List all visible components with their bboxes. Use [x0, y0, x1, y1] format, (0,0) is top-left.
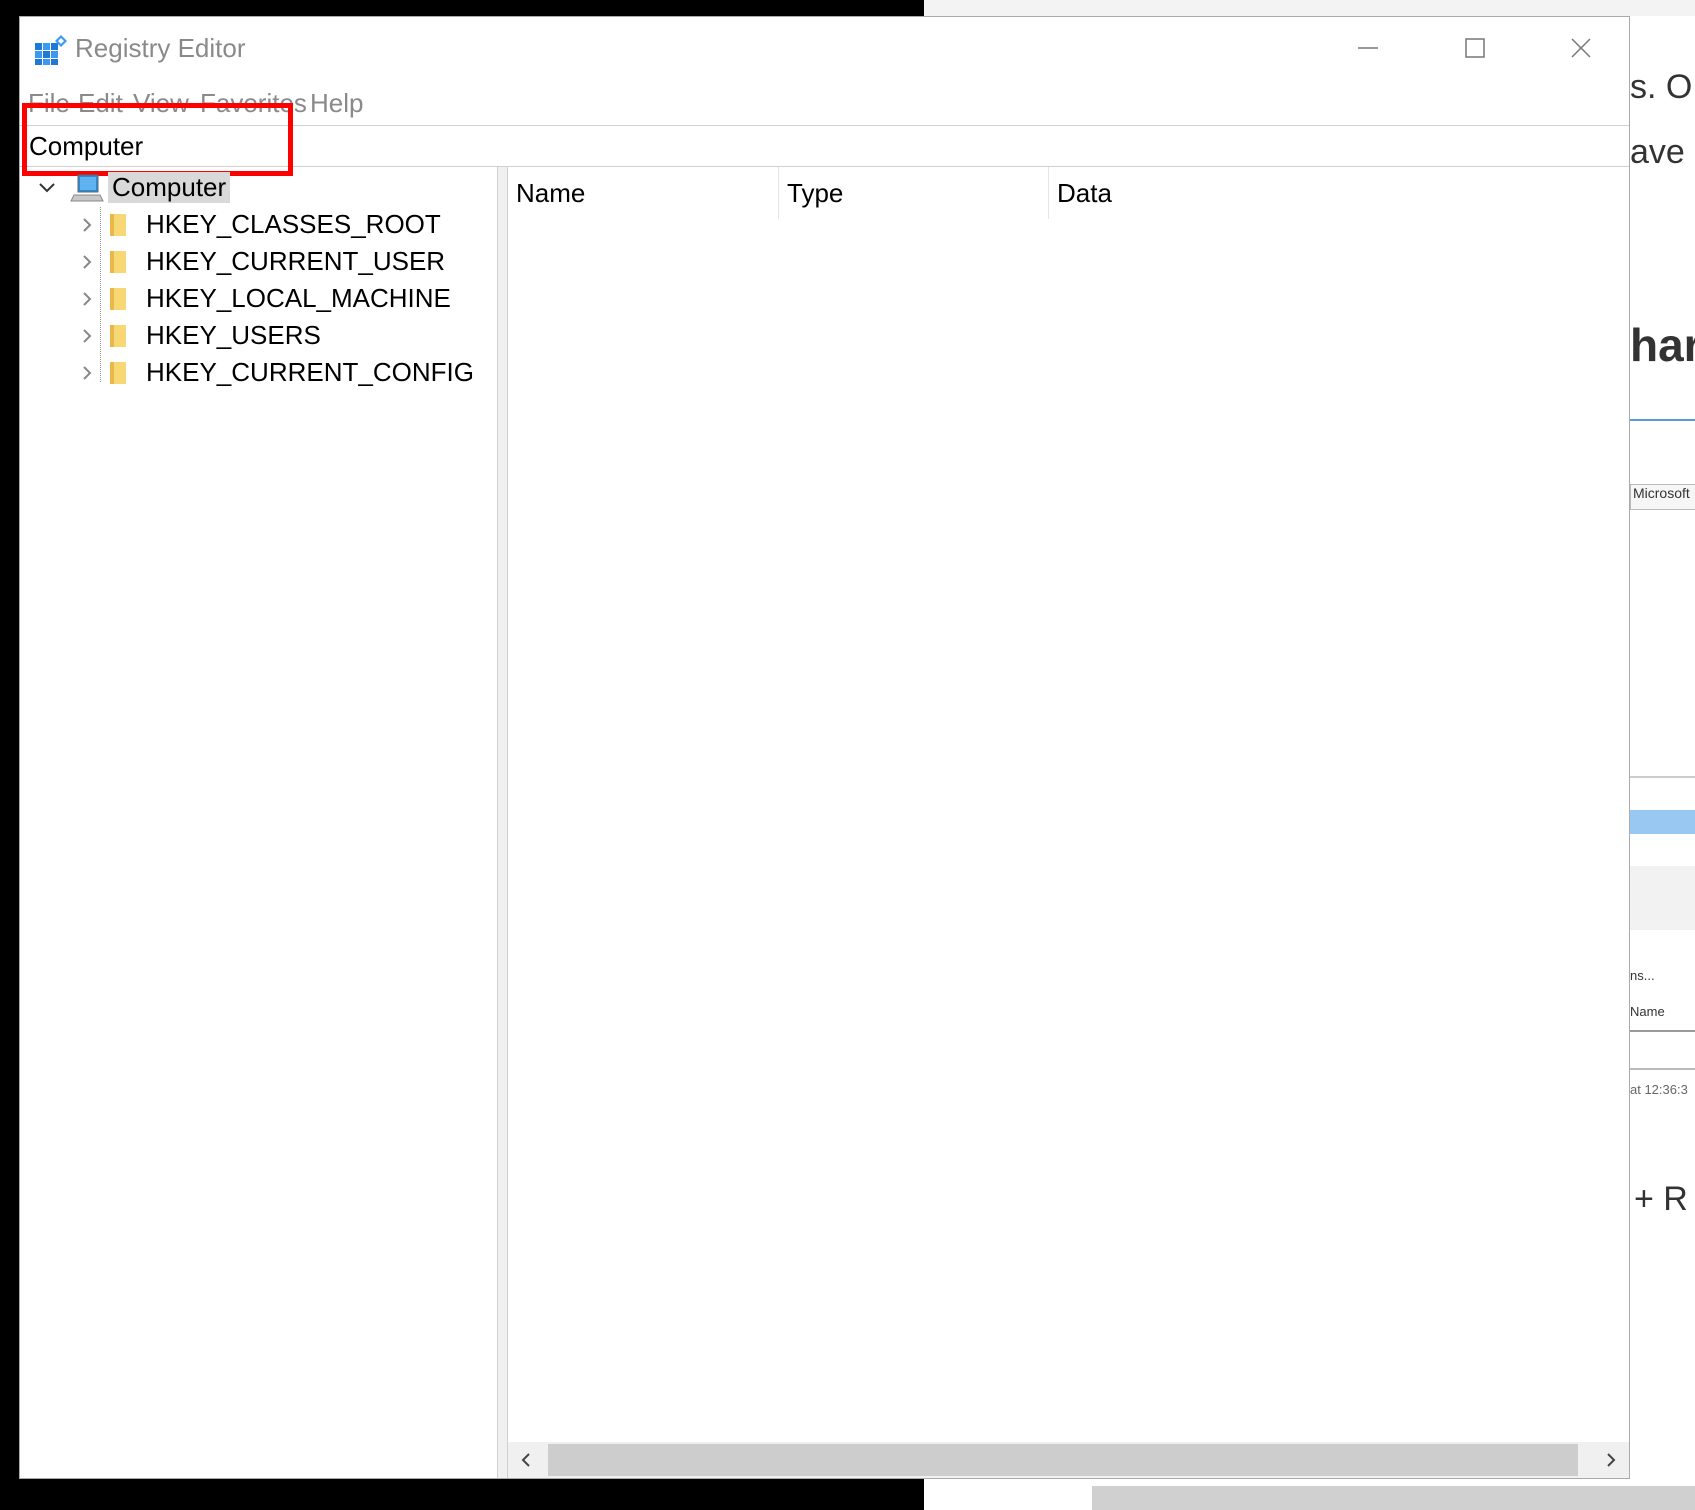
tree-item-label: HKEY_CURRENT_USER: [146, 246, 446, 276]
tree-item-hkey-classes-root[interactable]: HKEY_CLASSES_ROOT: [74, 206, 441, 243]
tree-item-computer[interactable]: Computer: [34, 169, 231, 206]
registry-editor-app-icon: [35, 35, 67, 65]
column-header-data[interactable]: Data: [1048, 167, 1629, 219]
window-title: Registry Editor: [75, 33, 246, 63]
background-topbar: [924, 0, 1695, 16]
background-selection: [1630, 810, 1695, 834]
tree-item-label: HKEY_CURRENT_CONFIG: [146, 357, 474, 387]
highlight-annotation-box: [22, 103, 293, 176]
title-bar[interactable]: Registry Editor: [20, 17, 1629, 79]
maximize-button[interactable]: [1425, 17, 1525, 79]
column-header-name[interactable]: Name: [508, 167, 778, 219]
maximize-icon: [1465, 38, 1485, 58]
close-button[interactable]: [1531, 17, 1631, 79]
menu-help[interactable]: Help: [310, 81, 363, 125]
chevron-right-icon[interactable]: [74, 249, 100, 275]
folder-icon: [110, 250, 126, 273]
scroll-right-button[interactable]: [1593, 1442, 1629, 1478]
tree-item-label: HKEY_CLASSES_ROOT: [146, 209, 441, 239]
minimize-icon: [1358, 47, 1378, 49]
folder-icon: [110, 287, 126, 310]
background-bottom-bar: [1092, 1486, 1695, 1510]
background-text: at 12:36:3: [1630, 1082, 1688, 1097]
tree-item-hkey-current-user[interactable]: HKEY_CURRENT_USER: [74, 243, 445, 280]
key-tree-pane: Computer HKEY_CLASSES_ROOT HKEY_CURRENT_…: [20, 167, 498, 1478]
chevron-right-icon: [1607, 1453, 1616, 1467]
folder-icon: [110, 213, 126, 236]
background-text: s. O: [1630, 68, 1693, 106]
chevron-down-icon[interactable]: [34, 175, 60, 201]
scrollbar-thumb[interactable]: [548, 1444, 1578, 1476]
registry-editor-window: Registry Editor File Edit View Favorites…: [19, 16, 1630, 1479]
tree-item-hkey-current-config[interactable]: HKEY_CURRENT_CONFIG: [74, 354, 474, 391]
background-field: Microsoft: [1630, 484, 1695, 510]
background-divider: [1630, 776, 1695, 778]
scroll-left-button[interactable]: [508, 1442, 544, 1478]
folder-icon: [110, 324, 126, 347]
horizontal-scrollbar[interactable]: [508, 1442, 1629, 1478]
minimize-button[interactable]: [1318, 17, 1418, 79]
tree-item-label: HKEY_LOCAL_MACHINE: [146, 283, 451, 313]
chevron-right-icon[interactable]: [74, 286, 100, 312]
background-text: Name: [1630, 1004, 1665, 1019]
tree-item-hkey-local-machine[interactable]: HKEY_LOCAL_MACHINE: [74, 280, 451, 317]
computer-icon: [70, 174, 104, 201]
chevron-right-icon[interactable]: [74, 212, 100, 238]
chevron-left-icon: [521, 1453, 530, 1467]
tree-item-label: Computer: [108, 172, 231, 203]
tree-item-label: HKEY_USERS: [146, 320, 321, 350]
pane-splitter[interactable]: [498, 167, 508, 1478]
background-heading: har: [1630, 319, 1695, 371]
background-divider: [1630, 1030, 1695, 1032]
column-header-type[interactable]: Type: [778, 167, 1048, 219]
background-panel: [1630, 866, 1695, 930]
values-list-pane[interactable]: Name Type Data: [508, 167, 1629, 1478]
chevron-right-icon[interactable]: [74, 360, 100, 386]
chevron-right-icon[interactable]: [74, 323, 100, 349]
tree-item-hkey-users[interactable]: HKEY_USERS: [74, 317, 321, 354]
background-divider: [1630, 1068, 1695, 1070]
background-text: ns...: [1630, 968, 1655, 983]
close-icon: [1571, 38, 1591, 58]
background-divider: [1630, 419, 1695, 421]
background-text: ave: [1630, 133, 1685, 171]
background-text: + R: [1634, 1180, 1688, 1218]
folder-icon: [110, 361, 126, 384]
